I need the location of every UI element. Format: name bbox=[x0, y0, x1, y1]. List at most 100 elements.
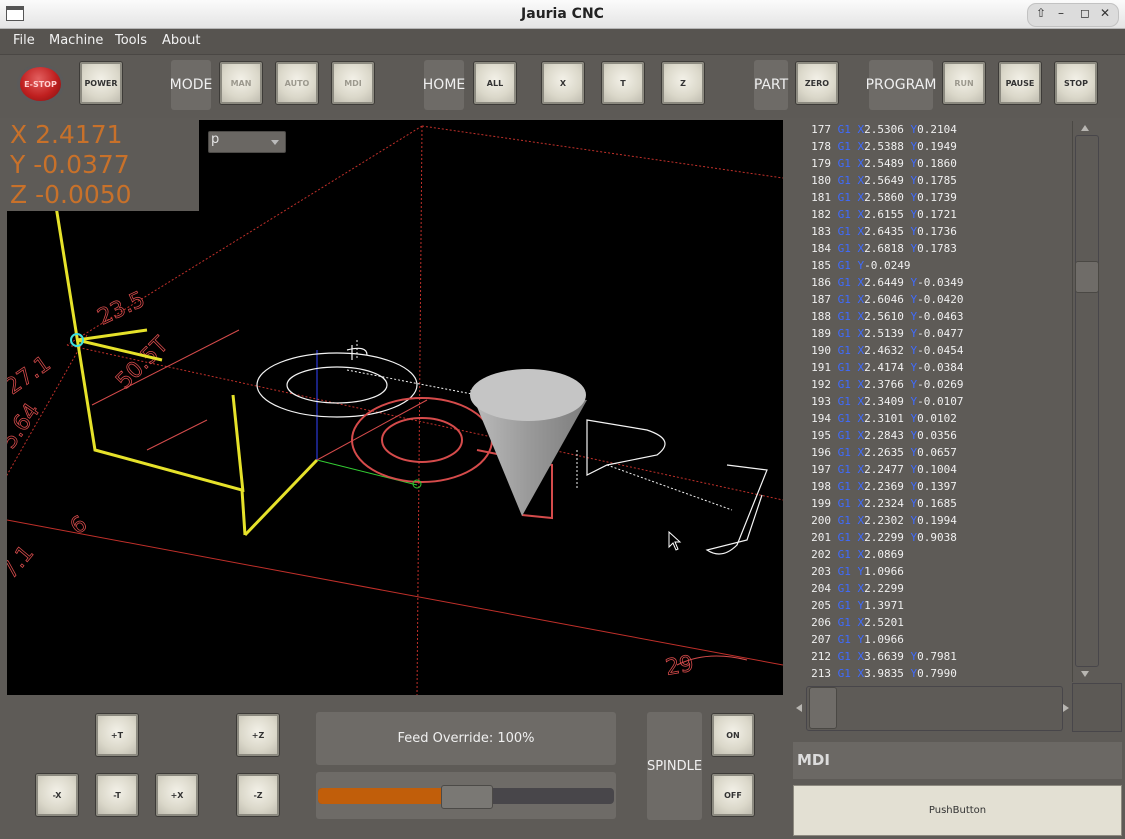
jog-minus-t-button[interactable]: -T bbox=[95, 773, 139, 817]
close-icon[interactable]: ✕ bbox=[1100, 6, 1110, 20]
gcode-line[interactable]: 179 G1 X2.5489 Y0.1860 bbox=[793, 155, 1072, 172]
menu-tools[interactable]: Tools bbox=[115, 33, 147, 48]
gcode-axis-value: 0.2104 bbox=[917, 123, 957, 136]
gcode-line[interactable]: 201 G1 X2.2299 Y0.9038 bbox=[793, 529, 1072, 546]
home-all-button[interactable]: ALL bbox=[473, 61, 517, 105]
pause-button[interactable]: PAUSE bbox=[998, 61, 1042, 105]
gcode-line[interactable]: 188 G1 X2.5610 Y-0.0463 bbox=[793, 308, 1072, 325]
feed-override-slider[interactable] bbox=[316, 772, 616, 819]
gcode-word-code: G1 bbox=[837, 157, 851, 170]
view-select[interactable]: p bbox=[208, 131, 286, 153]
dro-y: Y -0.0377 bbox=[10, 150, 130, 179]
minimize-icon[interactable]: – bbox=[1058, 6, 1064, 20]
menu-about[interactable]: About bbox=[162, 33, 200, 48]
menu-machine[interactable]: Machine bbox=[49, 33, 103, 48]
horizontal-scroll-thumb[interactable] bbox=[809, 687, 837, 729]
gcode-line[interactable]: 180 G1 X2.5649 Y0.1785 bbox=[793, 172, 1072, 189]
gcode-line[interactable]: 184 G1 X2.6818 Y0.1783 bbox=[793, 240, 1072, 257]
gcode-line[interactable]: 199 G1 X2.2324 Y0.1685 bbox=[793, 495, 1072, 512]
gcode-list[interactable]: 177 G1 X2.5306 Y0.2104 178 G1 X2.5388 Y0.… bbox=[793, 121, 1072, 682]
gcode-line[interactable]: 205 G1 Y1.3971 bbox=[793, 597, 1072, 614]
vertical-scroll-track[interactable] bbox=[1075, 135, 1099, 667]
run-button[interactable]: RUN bbox=[942, 61, 986, 105]
gcode-num: 178 bbox=[811, 140, 831, 153]
scroll-right-icon[interactable] bbox=[1063, 704, 1069, 712]
feed-slider-groove[interactable] bbox=[318, 785, 614, 809]
jog-plus-z-button[interactable]: +Z bbox=[236, 713, 280, 757]
power-button[interactable]: POWER bbox=[79, 61, 123, 105]
jog-minus-z-button[interactable]: -Z bbox=[236, 773, 280, 817]
mdi-label: MDI bbox=[797, 751, 830, 769]
gcode-axis-value: 2.2843 bbox=[864, 429, 904, 442]
gcode-line[interactable]: 192 G1 X2.3766 Y-0.0269 bbox=[793, 376, 1072, 393]
scroll-up-icon[interactable] bbox=[1081, 125, 1089, 131]
gcode-line[interactable]: 198 G1 X2.2369 Y0.1397 bbox=[793, 478, 1072, 495]
gcode-line[interactable]: 190 G1 X2.4632 Y-0.0454 bbox=[793, 342, 1072, 359]
jog-plus-x-button[interactable]: +X bbox=[155, 773, 199, 817]
gcode-line[interactable]: 177 G1 X2.5306 Y0.2104 bbox=[793, 121, 1072, 138]
home-t-button[interactable]: T bbox=[601, 61, 645, 105]
gcode-axis-value: 2.3409 bbox=[864, 395, 904, 408]
gcode-line[interactable]: 196 G1 X2.2635 Y0.0657 bbox=[793, 444, 1072, 461]
gcode-line[interactable]: 186 G1 X2.6449 Y-0.0349 bbox=[793, 274, 1072, 291]
gcode-horizontal-scrollbar[interactable] bbox=[793, 683, 1072, 732]
gcode-line[interactable]: 181 G1 X2.5860 Y0.1739 bbox=[793, 189, 1072, 206]
gcode-word-code: G1 bbox=[837, 480, 851, 493]
horizontal-scroll-track[interactable] bbox=[806, 686, 1063, 731]
gcode-axis-value: 0.1949 bbox=[917, 140, 957, 153]
gcode-vertical-scrollbar[interactable] bbox=[1072, 121, 1099, 682]
gcode-line[interactable]: 202 G1 X2.0869 bbox=[793, 546, 1072, 563]
gcode-line[interactable]: 185 G1 Y-0.0249 bbox=[793, 257, 1072, 274]
spindle-off-button[interactable]: OFF bbox=[711, 773, 755, 817]
gcode-line[interactable]: 182 G1 X2.6155 Y0.1721 bbox=[793, 206, 1072, 223]
scroll-down-icon[interactable] bbox=[1081, 671, 1089, 677]
gcode-word-code: G1 bbox=[837, 565, 851, 578]
auto-button[interactable]: AUTO bbox=[275, 61, 319, 105]
scroll-left-icon[interactable] bbox=[796, 704, 802, 712]
gcode-line[interactable]: 204 G1 X2.2299 bbox=[793, 580, 1072, 597]
gcode-line[interactable]: 197 G1 X2.2477 Y0.1004 bbox=[793, 461, 1072, 478]
jog-plus-t-button[interactable]: +T bbox=[95, 713, 139, 757]
window-up-icon[interactable]: ⇧ bbox=[1036, 6, 1046, 20]
gcode-axis-value: 3.6639 bbox=[864, 650, 904, 663]
spindle-on-button[interactable]: ON bbox=[711, 713, 755, 757]
gcode-line[interactable]: 213 G1 X3.9835 Y0.7990 bbox=[793, 665, 1072, 682]
gcode-line[interactable]: 212 G1 X3.6639 Y0.7981 bbox=[793, 648, 1072, 665]
jog-minus-x-button[interactable]: -X bbox=[35, 773, 79, 817]
gcode-num: 177 bbox=[811, 123, 831, 136]
gcode-axis-value: 2.2324 bbox=[864, 497, 904, 510]
gcode-axis-value: 0.1004 bbox=[917, 463, 957, 476]
gcode-axis-value: 2.4174 bbox=[864, 361, 904, 374]
gcode-line[interactable]: 207 G1 Y1.0966 bbox=[793, 631, 1072, 648]
gcode-num: 200 bbox=[811, 514, 831, 527]
push-button[interactable]: PushButton bbox=[793, 785, 1122, 836]
gcode-line[interactable]: 178 G1 X2.5388 Y0.1949 bbox=[793, 138, 1072, 155]
gcode-line[interactable]: 183 G1 X2.6435 Y0.1736 bbox=[793, 223, 1072, 240]
gcode-line[interactable]: 191 G1 X2.4174 Y-0.0384 bbox=[793, 359, 1072, 376]
gcode-line[interactable]: 203 G1 Y1.0966 bbox=[793, 563, 1072, 580]
gcode-line[interactable]: 187 G1 X2.6046 Y-0.0420 bbox=[793, 291, 1072, 308]
home-x-button[interactable]: X bbox=[541, 61, 585, 105]
gcode-word-code: G1 bbox=[837, 140, 851, 153]
zero-button[interactable]: ZERO bbox=[795, 61, 839, 105]
gcode-num: 204 bbox=[811, 582, 831, 595]
man-button[interactable]: MAN bbox=[219, 61, 263, 105]
home-z-button[interactable]: Z bbox=[661, 61, 705, 105]
gcode-axis-value: 0.0356 bbox=[917, 429, 957, 442]
estop-button[interactable]: E-STOP bbox=[17, 64, 64, 104]
vertical-scroll-thumb[interactable] bbox=[1075, 261, 1099, 293]
gcode-axis-value: 0.1721 bbox=[917, 208, 957, 221]
mdi-input[interactable]: MDI bbox=[793, 742, 1122, 779]
gcode-line[interactable]: 194 G1 X2.3101 Y0.0102 bbox=[793, 410, 1072, 427]
gcode-line[interactable]: 195 G1 X2.2843 Y0.0356 bbox=[793, 427, 1072, 444]
maximize-icon[interactable]: ◻ bbox=[1080, 6, 1090, 20]
gcode-line[interactable]: 189 G1 X2.5139 Y-0.0477 bbox=[793, 325, 1072, 342]
gcode-line[interactable]: 193 G1 X2.3409 Y-0.0107 bbox=[793, 393, 1072, 410]
gcode-line[interactable]: 206 G1 X2.5201 bbox=[793, 614, 1072, 631]
gcode-line[interactable]: 200 G1 X2.2302 Y0.1994 bbox=[793, 512, 1072, 529]
stop-button[interactable]: STOP bbox=[1054, 61, 1098, 105]
menu-file[interactable]: File bbox=[13, 33, 35, 48]
gcode-word-code: G1 bbox=[837, 616, 851, 629]
feed-slider-handle[interactable] bbox=[441, 785, 493, 809]
mdi-mode-button[interactable]: MDI bbox=[331, 61, 375, 105]
